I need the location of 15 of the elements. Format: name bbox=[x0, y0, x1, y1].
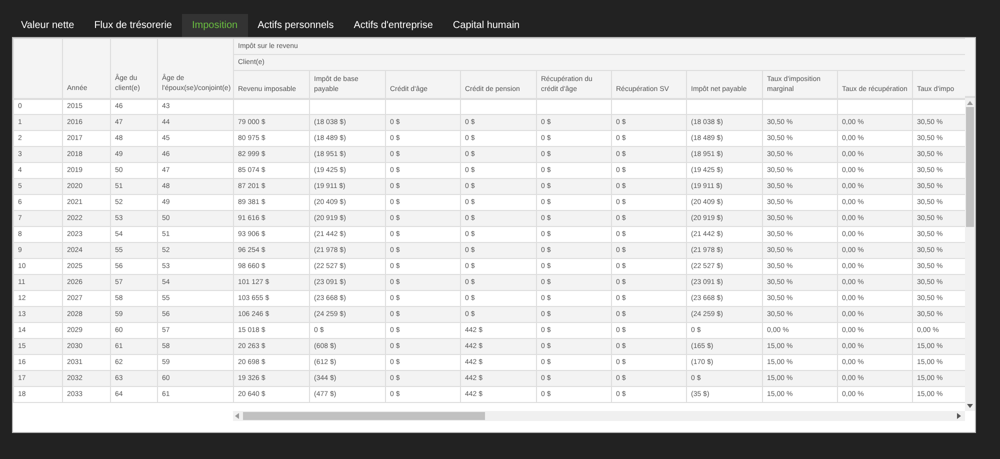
tab[interactable]: Valeur nette bbox=[11, 14, 84, 37]
tab[interactable]: Capital humain bbox=[442, 14, 530, 37]
column-header bbox=[14, 38, 62, 98]
tab[interactable]: Actifs personnels bbox=[248, 14, 344, 37]
scrollbar-thumb[interactable] bbox=[966, 107, 974, 227]
scroll-down-icon[interactable] bbox=[967, 404, 973, 408]
tab[interactable]: Imposition bbox=[182, 14, 248, 37]
vertical-scrollbar[interactable] bbox=[965, 98, 975, 411]
scroll-right-icon[interactable] bbox=[957, 413, 961, 419]
scroll-up-icon[interactable] bbox=[967, 101, 973, 105]
scroll-left-icon[interactable] bbox=[235, 413, 239, 419]
tab[interactable]: Flux de trésorerie bbox=[84, 14, 182, 37]
horizontal-scrollbar[interactable] bbox=[233, 411, 965, 421]
tab[interactable]: Actifs d'entreprise bbox=[344, 14, 443, 37]
scrollbar-thumb[interactable] bbox=[243, 412, 485, 420]
